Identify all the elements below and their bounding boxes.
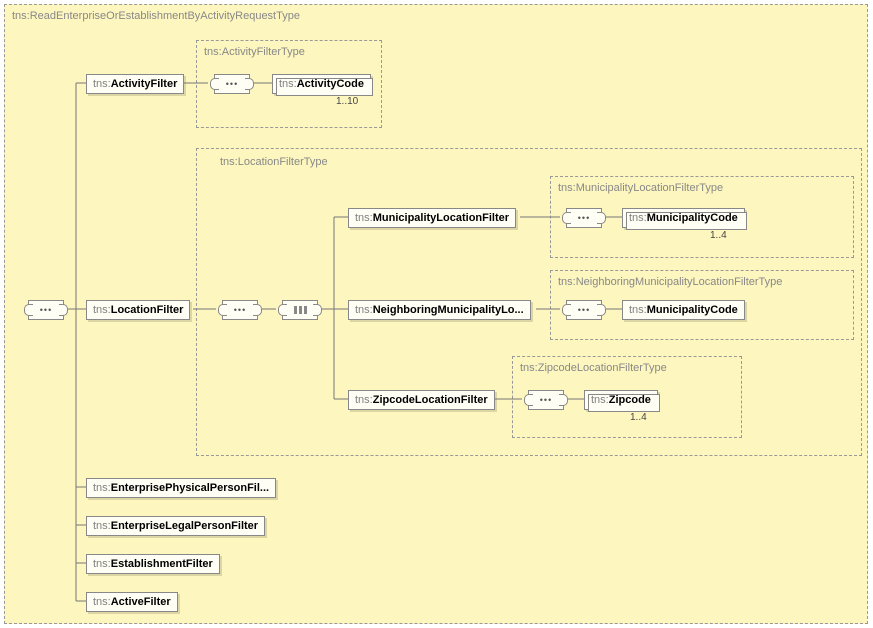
municipality-code-card: 1..4 [710, 230, 727, 241]
location-filter-type-label: tns:LocationFilterType [220, 156, 328, 168]
activity-filter-node: tns:ActivityFilter [86, 74, 184, 94]
municipality-code2-node: tns:MunicipalityCode [622, 300, 745, 320]
zipcode-location-filter-node: tns:ZipcodeLocationFilter [348, 390, 495, 410]
location-filter-choice-icon [282, 300, 318, 320]
zipcode-node: tns:Zipcode [584, 390, 658, 410]
municipality-code-node: tns:MunicipalityCode [622, 208, 745, 228]
neighboring-seq-icon: ••• [566, 300, 602, 320]
activity-filter-type-label: tns:ActivityFilterType [204, 46, 305, 58]
municipality-seq-icon: ••• [566, 208, 602, 228]
active-filter-node: tns:ActiveFilter [86, 592, 178, 612]
neighboring-municipality-location-filter-node: tns:NeighboringMunicipalityLo... [348, 300, 531, 320]
root-type-label: tns:ReadEnterpriseOrEstablishmentByActiv… [12, 10, 300, 22]
location-filter-node: tns:LocationFilter [86, 300, 190, 320]
enterprise-legal-person-filter-node: tns:EnterpriseLegalPersonFilter [86, 516, 265, 536]
enterprise-physical-person-filter-node: tns:EnterprisePhysicalPersonFil... [86, 478, 276, 498]
municipality-location-filter-type-label: tns:MunicipalityLocationFilterType [558, 182, 723, 194]
activity-filter-seq-icon: ••• [214, 74, 250, 94]
location-filter-seq-icon: ••• [222, 300, 258, 320]
activity-code-card: 1..10 [336, 96, 358, 107]
activity-code-node: tns:ActivityCode [272, 74, 371, 94]
zipcode-location-filter-type-label: tns:ZipcodeLocationFilterType [520, 362, 667, 374]
neighboring-municipality-location-filter-type-label: tns:NeighboringMunicipalityLocationFilte… [558, 276, 782, 288]
zipcode-seq-icon: ••• [528, 390, 564, 410]
root-sequence-icon: ••• [28, 300, 64, 320]
municipality-location-filter-node: tns:MunicipalityLocationFilter [348, 208, 516, 228]
zipcode-card: 1..4 [630, 412, 647, 423]
establishment-filter-node: tns:EstablishmentFilter [86, 554, 220, 574]
